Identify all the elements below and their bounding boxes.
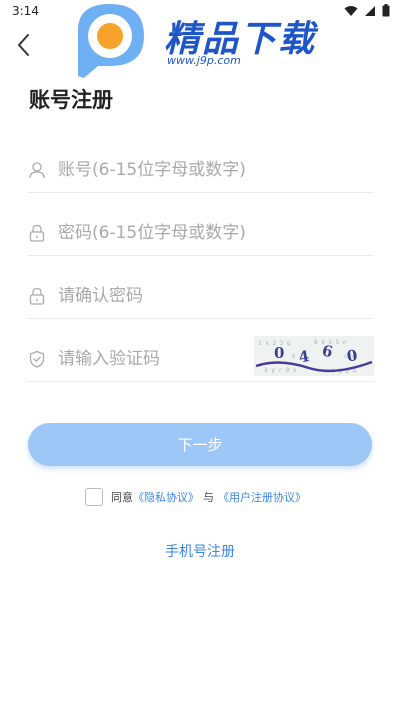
svg-text:3 y r 9 s: 3 y r 9 s [264, 367, 297, 374]
back-button[interactable] [10, 30, 36, 60]
privacy-policy-link[interactable]: 《隐私协议》 [133, 489, 199, 505]
signal-icon [365, 5, 375, 16]
captcha-input[interactable] [58, 348, 278, 369]
wifi-icon [344, 5, 358, 16]
agree-prefix: 同意 [111, 491, 133, 504]
lock-icon [29, 224, 45, 242]
chevron-left-icon [18, 34, 29, 56]
account-field [27, 147, 374, 193]
user-icon [29, 161, 45, 178]
confirm-password-field [27, 273, 374, 319]
logo-p-icon [78, 4, 144, 78]
shield-icon [29, 350, 45, 368]
password-input[interactable] [58, 222, 278, 243]
status-icons [344, 4, 390, 17]
agree-checkbox[interactable] [85, 488, 103, 506]
captcha-image[interactable]: z x 2 3 q 8 k x 5 n 3 y r 9 s x 4 b 2 h … [254, 336, 374, 376]
account-input[interactable] [58, 159, 278, 180]
confirm-password-input[interactable] [58, 285, 278, 306]
next-step-button[interactable]: 下一步 [28, 423, 372, 466]
lock-icon [29, 287, 45, 305]
agree-and: 与 [203, 491, 214, 504]
user-agreement-link[interactable]: 《用户注册协议》 [218, 489, 306, 505]
status-time: 3:14 [12, 4, 39, 18]
captcha-char-1: 0 [274, 344, 284, 362]
battery-icon [382, 4, 390, 17]
brand-logo: 精品下载 www.j9p.com [72, 0, 332, 80]
phone-register-link[interactable]: 手机号注册 [0, 541, 400, 561]
page-title: 账号注册 [29, 88, 113, 112]
captcha-field: z x 2 3 q 8 k x 5 n 3 y r 9 s x 4 b 2 h … [27, 336, 374, 382]
agreement-row: 同意 《隐私协议》 与 《用户注册协议》 [85, 487, 306, 507]
password-field [27, 210, 374, 256]
logo-url: www.j9p.com [167, 54, 241, 67]
